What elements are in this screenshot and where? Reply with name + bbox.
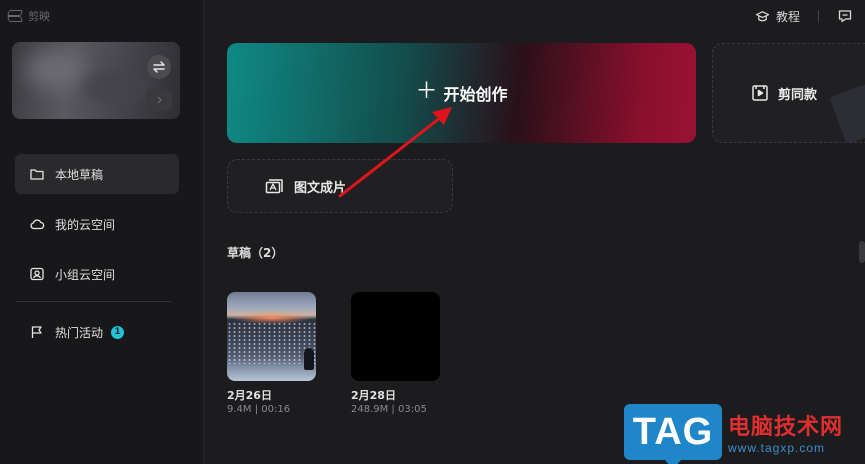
profile-expand-button[interactable] (146, 89, 172, 111)
topbar-divider (818, 10, 819, 23)
message-icon (838, 10, 852, 23)
template-button[interactable]: 剪同款 (712, 43, 865, 143)
sidebar-item-my-cloud[interactable]: 我的云空间 (15, 204, 179, 244)
team-cloud-icon (30, 267, 44, 281)
watermark: TAG 电脑技术网 www.tagxp.com (624, 404, 844, 464)
swap-icon (153, 61, 165, 73)
sidebar-item-label: 小组云空间 (55, 267, 116, 282)
graduation-cap-icon (755, 11, 770, 22)
chevron-right-icon (157, 96, 162, 104)
notification-badge: 1 (111, 325, 125, 339)
app-logo: 剪映 (8, 8, 50, 24)
sidebar-item-label: 热门活动 (55, 325, 104, 340)
template-video-icon (752, 85, 768, 101)
switch-account-button[interactable] (147, 55, 171, 79)
tutorial-label: 教程 (776, 10, 801, 24)
draft-thumbnail[interactable] (351, 292, 440, 381)
card-decoration (829, 73, 865, 142)
tutorial-button[interactable]: 教程 (755, 8, 800, 25)
sidebar-divider (16, 301, 171, 302)
sidebar-item-team-cloud[interactable]: 小组云空间 (15, 254, 179, 294)
watermark-logo: TAG (624, 404, 722, 464)
image-text-button[interactable]: 图文成片 (227, 159, 453, 213)
sidebar-item-label: 本地草稿 (55, 167, 104, 182)
sidebar-item-label: 我的云空间 (55, 217, 116, 232)
scrollbar-handle[interactable] (859, 241, 865, 263)
app-name: 剪映 (28, 10, 50, 23)
draft-meta: 9.4M | 00:16 (227, 404, 291, 415)
cloud-icon (30, 219, 45, 230)
plus-icon: ＋ (415, 79, 438, 104)
draft-name: 2月28日 (351, 389, 396, 402)
draft-name: 2月26日 (227, 389, 272, 402)
sidebar-item-hot-events[interactable]: 热门活动 1 (15, 312, 179, 352)
image-text-icon (265, 179, 283, 194)
drafts-section-title: 草稿（2） (227, 246, 284, 260)
draft-thumbnail[interactable] (227, 292, 316, 381)
start-creation-button[interactable]: ＋ 开始创作 (227, 43, 696, 143)
flag-icon (31, 326, 42, 338)
image-text-label: 图文成片 (294, 180, 347, 196)
draft-meta: 248.9M | 03:05 (351, 404, 427, 415)
template-label: 剪同款 (778, 87, 818, 103)
start-creation-label: 开始创作 (443, 85, 508, 104)
capcut-logo-icon (8, 10, 24, 22)
watermark-url: www.tagxp.com (728, 441, 826, 455)
folder-icon (30, 169, 44, 180)
sidebar-item-local-drafts[interactable]: 本地草稿 (15, 154, 179, 194)
watermark-site-name: 电脑技术网 (728, 415, 844, 440)
sidebar: 剪映 本地草稿 我的云空间 小组云空间 热门活动 1 (0, 0, 204, 464)
feedback-button[interactable] (838, 9, 852, 23)
